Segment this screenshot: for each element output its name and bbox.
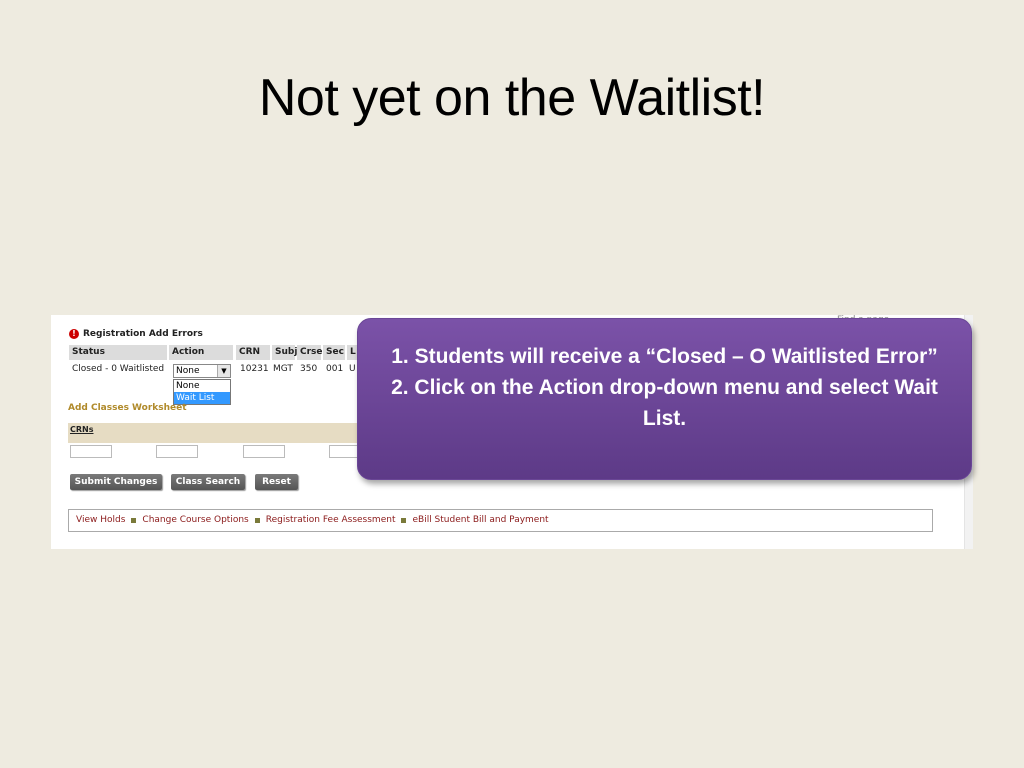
col-action: Action	[169, 345, 233, 360]
row-status: Closed - 0 Waitlisted	[72, 364, 165, 374]
worksheet-title: Add Classes Worksheet	[68, 403, 187, 413]
col-subj: Subj	[272, 345, 297, 360]
instruction-list: 1. Students will receive a “Closed – O W…	[358, 319, 971, 434]
crns-label: CRNs	[70, 425, 94, 434]
action-select[interactable]: None ▼	[173, 364, 231, 378]
submit-changes-button[interactable]: Submit Changes	[70, 474, 162, 490]
action-dropdown-list: None Wait List	[173, 379, 231, 405]
error-heading-text: Registration Add Errors	[83, 329, 203, 339]
action-select-value: None	[176, 366, 200, 376]
link-view-holds[interactable]: View Holds	[76, 510, 125, 531]
crn-input-1[interactable]	[70, 445, 112, 458]
row-crn: 10231	[240, 364, 269, 374]
instruction-item-2: 2. Click on the Action drop-down menu an…	[391, 376, 938, 430]
footer-links: View Holds Change Course Options Registr…	[68, 509, 933, 532]
link-ebill[interactable]: eBill Student Bill and Payment	[412, 510, 548, 531]
link-registration-fee[interactable]: Registration Fee Assessment	[266, 510, 396, 531]
col-sec: Sec	[323, 345, 345, 360]
row-subj: MGT	[273, 364, 293, 374]
link-change-course-options[interactable]: Change Course Options	[142, 510, 248, 531]
class-search-button[interactable]: Class Search	[171, 474, 245, 490]
col-crn: CRN	[236, 345, 270, 360]
row-crse: 350	[300, 364, 318, 374]
bullet-square	[131, 518, 137, 523]
crn-input-2[interactable]	[156, 445, 198, 458]
col-crse: Crse	[297, 345, 323, 360]
error-icon: !	[69, 329, 79, 339]
crn-header-bar	[68, 423, 368, 443]
instruction-item-1: 1. Students will receive a “Closed – O W…	[391, 345, 938, 368]
bullet-square	[401, 518, 407, 523]
col-status: Status	[69, 345, 167, 360]
slide-title: Not yet on the Waitlist!	[258, 69, 766, 127]
chevron-down-icon[interactable]: ▼	[217, 365, 230, 377]
error-heading: ! Registration Add Errors	[69, 329, 203, 339]
option-none[interactable]: None	[174, 380, 230, 392]
row-sec: 001	[326, 364, 344, 374]
crn-input-3[interactable]	[243, 445, 285, 458]
bullet-square	[254, 518, 260, 523]
instruction-callout: 1. Students will receive a “Closed – O W…	[357, 318, 972, 480]
row-l: U	[349, 364, 356, 374]
reset-button[interactable]: Reset	[255, 474, 298, 490]
